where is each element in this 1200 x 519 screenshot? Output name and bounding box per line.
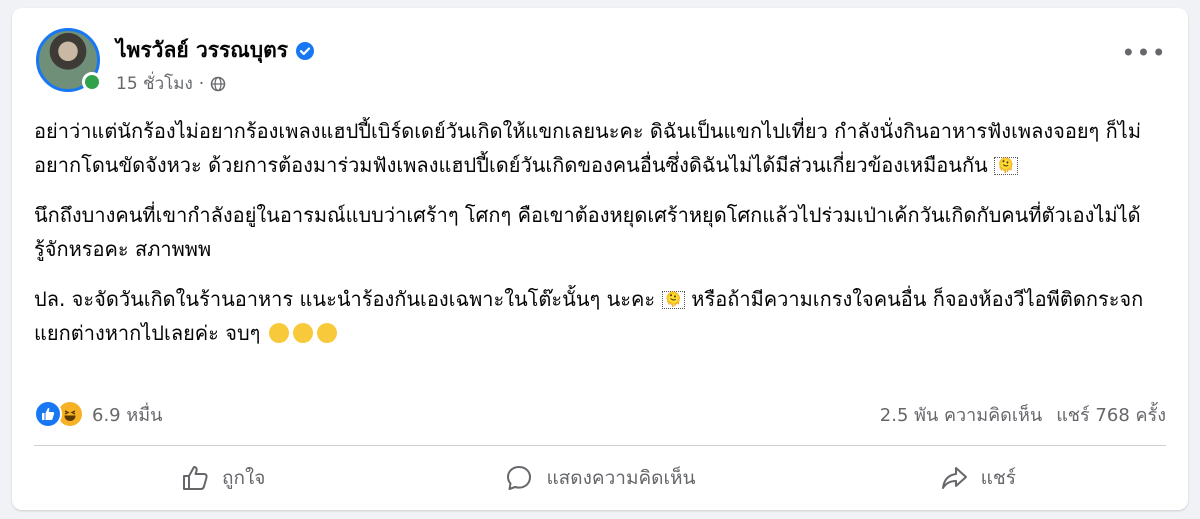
reaction-count[interactable]: 6.9 หมื่น xyxy=(92,400,162,429)
post-paragraph: นึกถึงบางคนที่เขากำลังอยู่ในอารมณ์แบบว่า… xyxy=(34,198,1169,266)
unknown-emoji-glyph: 🫠 xyxy=(994,157,1018,175)
post-paragraph-text: อย่าว่าแต่นักร้องไม่อยากร้องเพลงแฮปปี้เบ… xyxy=(34,119,1142,177)
globe-icon[interactable] xyxy=(210,76,226,92)
reactions-row: 6.9 หมื่น 2.5 พัน ความคิดเห็น แชร์ 768 ค… xyxy=(34,398,1166,430)
online-status-icon xyxy=(82,72,102,92)
divider xyxy=(34,445,1166,446)
author-row: ไพรวัลย์ วรรณบุตร xyxy=(116,34,315,67)
separator-dot: · xyxy=(198,73,205,94)
reaction-icons[interactable] xyxy=(34,400,84,428)
post-timestamp[interactable]: 15 ชั่วโมง xyxy=(116,70,193,97)
unknown-emoji-glyph: 🫠 xyxy=(661,291,685,309)
share-button[interactable]: แชร์ xyxy=(789,454,1166,502)
like-button-label: ถูกใจ xyxy=(221,467,266,489)
author-name[interactable]: ไพรวัลย์ วรรณบุตร xyxy=(116,34,288,67)
post-paragraph-text: นึกถึงบางคนที่เขากำลังอยู่ในอารมณ์แบบว่า… xyxy=(34,203,1141,261)
share-count[interactable]: แชร์ 768 ครั้ง xyxy=(1056,400,1166,429)
post-stats: 2.5 พัน ความคิดเห็น แชร์ 768 ครั้ง xyxy=(880,400,1166,429)
post-paragraph: ปล. จะจัดวันเกิดในร้านอาหาร แนะนำร้องกัน… xyxy=(34,282,1169,350)
more-options-icon: ••• xyxy=(1121,39,1167,67)
post-body: อย่าว่าแต่นักร้องไม่อยากร้องเพลงแฮปปี้เบ… xyxy=(34,114,1169,366)
rolling-eyes-emoji-icon xyxy=(292,323,313,343)
more-options-button[interactable]: ••• xyxy=(1121,38,1167,68)
post-meta: 15 ชั่วโมง · xyxy=(116,70,226,97)
comment-bubble-icon xyxy=(504,463,534,493)
rolling-eyes-emoji-icon xyxy=(316,323,337,343)
like-reaction-icon xyxy=(34,400,62,428)
verified-badge-icon xyxy=(296,41,315,60)
post-card: ไพรวัลย์ วรรณบุตร 15 ชั่วโมง · ••• อย่าว… xyxy=(12,8,1188,510)
author-avatar-container[interactable] xyxy=(36,28,102,92)
action-bar: ถูกใจ แสดงความคิดเห็น แชร์ xyxy=(34,454,1166,502)
like-button[interactable]: ถูกใจ xyxy=(34,454,411,502)
share-arrow-icon xyxy=(939,463,969,493)
share-button-label: แชร์ xyxy=(980,467,1016,489)
rolling-eyes-emoji-icon xyxy=(268,323,289,343)
post-paragraph: อย่าว่าแต่นักร้องไม่อยากร้องเพลงแฮปปี้เบ… xyxy=(34,114,1169,182)
comment-count[interactable]: 2.5 พัน ความคิดเห็น xyxy=(880,400,1042,429)
comment-button-label: แสดงความคิดเห็น xyxy=(546,467,696,489)
post-paragraph-text: ปล. จะจัดวันเกิดในร้านอาหาร แนะนำร้องกัน… xyxy=(34,287,656,311)
comment-button[interactable]: แสดงความคิดเห็น xyxy=(411,454,788,502)
thumbs-up-icon xyxy=(180,463,210,493)
